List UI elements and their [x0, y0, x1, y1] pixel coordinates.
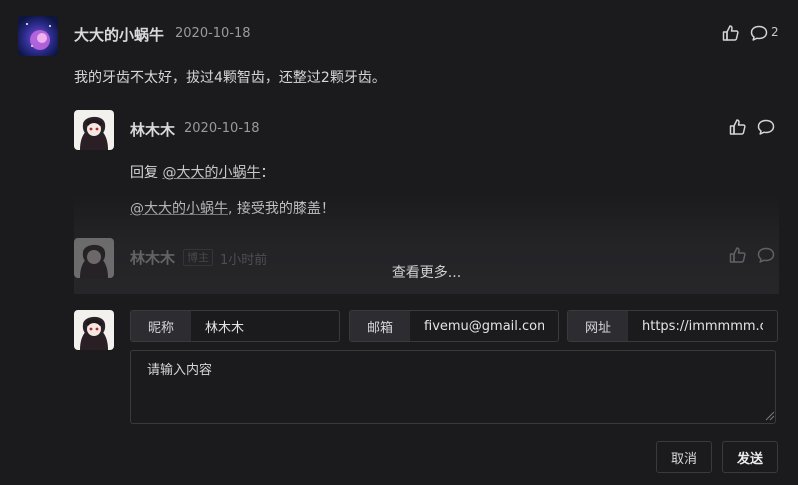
- like-icon[interactable]: [728, 117, 748, 137]
- avatar: [18, 16, 58, 56]
- avatar: [74, 110, 114, 150]
- load-more-button[interactable]: 查看更多...: [74, 262, 779, 282]
- submit-button[interactable]: 发送: [722, 441, 778, 473]
- resize-grip-icon[interactable]: [765, 411, 775, 421]
- reply-count: 2: [771, 25, 779, 39]
- nickname-label: 昵称: [131, 311, 191, 341]
- reply-prefix: 回复: [130, 165, 163, 181]
- website-input[interactable]: [628, 311, 777, 341]
- nickname-input[interactable]: [191, 311, 339, 341]
- cancel-button[interactable]: 取消: [656, 441, 712, 473]
- mention-link[interactable]: @大大的小蜗牛: [130, 201, 228, 217]
- website-field: 网址: [567, 310, 778, 342]
- email-input[interactable]: [410, 311, 558, 341]
- nickname-field: 昵称: [130, 310, 340, 342]
- reply-icon[interactable]: [749, 23, 769, 43]
- content-textarea[interactable]: [130, 350, 776, 424]
- reply-icon[interactable]: [756, 117, 776, 137]
- like-icon[interactable]: [721, 23, 741, 43]
- email-field: 邮箱: [349, 310, 559, 342]
- avatar: [74, 310, 114, 350]
- comment-text: 我的牙齿不太好，拔过4颗智齿，还整过2颗牙齿。: [74, 70, 386, 86]
- reply-target-link[interactable]: @大大的小蜗牛: [162, 165, 260, 181]
- reply-text-line: @大大的小蜗牛, 接受我的膝盖！: [130, 198, 335, 218]
- email-label: 邮箱: [350, 311, 410, 341]
- reply-author[interactable]: 林木木: [130, 119, 175, 140]
- website-label: 网址: [568, 311, 628, 341]
- reply-to-line: 回复 @大大的小蜗牛：: [130, 162, 274, 182]
- reply-date: 2020-10-18: [184, 121, 260, 136]
- comment-date: 2020-10-18: [175, 26, 251, 41]
- comment-author[interactable]: 大大的小蜗牛: [74, 24, 164, 45]
- reply-text: , 接受我的膝盖！: [228, 201, 335, 217]
- reply-suffix: ：: [260, 165, 275, 181]
